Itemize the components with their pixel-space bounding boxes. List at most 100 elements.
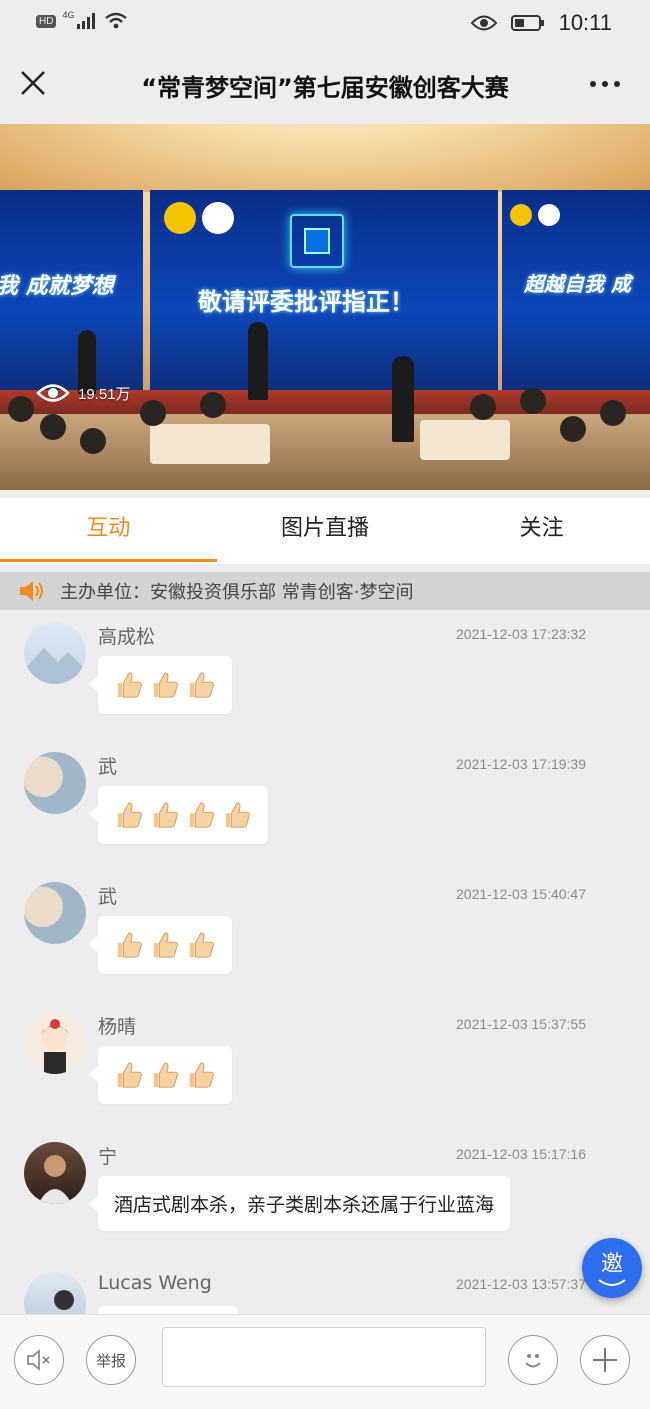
add-button[interactable] [580,1335,630,1385]
eye-icon [470,15,497,31]
mountain-icon [24,648,86,684]
avatar[interactable] [24,622,86,684]
thumbs-up-icon [189,932,214,958]
audience-table [150,424,270,464]
smiley-icon [525,1354,541,1368]
invite-label: 邀 [600,1252,623,1277]
network-type: 4G [62,10,75,20]
report-label: 举报 [95,1351,126,1370]
thumbs-up-icon [189,1062,214,1088]
thumbs-up-icon [225,802,250,828]
tab-photo-live[interactable]: 图片直播 [217,498,434,564]
wifi-icon [105,12,128,29]
logo-icon [164,202,196,234]
comment-input[interactable] [162,1327,486,1387]
message-time: 2021-12-03 15:40:47 [456,886,586,902]
message-bubble [88,786,268,844]
audience-head [140,400,166,426]
message-bubble [88,916,232,974]
invite-button[interactable]: 邀 [582,1238,642,1298]
audience-head [200,392,226,418]
hands-icon [598,1279,626,1286]
audience-head [600,400,626,426]
message-feed[interactable]: 高成松 2021-12-03 17:23:32 武 2021-12-03 17:… [0,612,650,1314]
audience-head [560,416,586,442]
main-screen-text: 敬请评委批评指正！ [198,288,414,316]
message-author: Lucas Weng [98,1272,212,1294]
person-photo-icon [38,1155,72,1204]
message-bubble [88,1046,232,1104]
audience-head [8,396,34,422]
right-screen-text: 超越自我 成 [524,272,631,296]
cartoon-icon [41,1019,69,1074]
tab-follow[interactable]: 关注 [433,498,650,564]
message-author: 武 [98,756,118,778]
view-count: 19.51万 [36,382,131,404]
report-button[interactable]: 举报 [86,1335,136,1385]
plus-icon [593,1348,617,1372]
message-time: 2021-12-03 17:19:39 [456,756,586,772]
message-text: 酒店式剧本杀，亲子类剧本杀还属于行业蓝海 [114,1194,495,1216]
left-screen-text: 我 成就梦想 [0,274,114,299]
mute-button[interactable] [14,1335,64,1385]
speaker-icon [20,581,43,601]
avatar[interactable] [24,752,86,814]
audience-head [80,428,106,454]
thumbs-up-icon [117,672,142,698]
audience-head [40,414,66,440]
emoji-button[interactable] [508,1335,558,1385]
speaker-figure [248,322,268,400]
thumbs-up-icon [117,1062,142,1088]
page-title: “常青梦空间”第七届安徽创客大赛 [141,74,509,102]
logo-icon [202,202,234,234]
message-time: 2021-12-03 13:57:37 [456,1276,586,1292]
message-bubble: 酒店式剧本杀，亲子类剧本杀还属于行业蓝海 [87,1176,511,1231]
notice-text: 主办单位：安徽投资俱乐部 常青创客·梦空间 [60,582,414,603]
status-bar: HD 4G 10:11 [0,0,650,46]
message-author: 武 [98,886,118,908]
thumbs-up-icon [153,1062,178,1088]
thumbs-up-icon [117,802,142,828]
ceiling-lights [0,124,650,192]
speaker-mute-icon [27,1349,50,1371]
message-bubble [88,656,232,714]
thumbs-up-icon [189,802,214,828]
speaker-figure [392,356,414,442]
main-screen: 敬请评委批评指正！ [150,190,498,390]
avatar[interactable] [24,1272,86,1314]
message-time: 2021-12-03 15:17:16 [456,1146,586,1162]
eye-icon [36,384,70,402]
person-photo-icon [54,1290,74,1310]
battery-icon [510,15,544,31]
hd-indicator: HD [36,14,57,28]
avatar[interactable] [24,882,86,944]
avatar[interactable] [24,1142,86,1204]
more-icon[interactable] [588,74,622,94]
bottom-bar: 举报 [0,1314,650,1409]
chip-icon [290,214,344,268]
avatar[interactable] [24,1012,86,1074]
thumbs-up-icon [189,672,214,698]
audience-table [420,420,510,460]
right-screen: 超越自我 成 [502,190,650,390]
message-author: 高成松 [98,626,156,648]
message-author: 杨晴 [98,1016,137,1038]
message-time: 2021-12-03 15:37:55 [456,1016,586,1032]
tab-interaction[interactable]: 互动 [0,498,217,564]
message-time: 2021-12-03 17:23:32 [456,626,586,642]
message-bubble [98,1306,238,1314]
signal-icon [77,13,96,29]
live-banner[interactable]: 我 成就梦想 敬请评委批评指正！ 超越自我 成 19.51万 [0,124,650,490]
message-author: 宁 [98,1146,118,1168]
tab-bar: 互动 图片直播 关注 [0,498,650,564]
left-screen: 我 成就梦想 [0,190,143,390]
audience-head [520,388,546,414]
thumbs-up-icon [153,932,178,958]
nav-bar: “常青梦空间”第七届安徽创客大赛 [0,46,650,124]
logo-icon [538,204,560,226]
thumbs-up-icon [153,802,178,828]
logo-icon [510,204,532,226]
thumbs-up-icon [153,672,178,698]
clock: 10:11 [558,10,612,35]
thumbs-up-icon [117,932,142,958]
